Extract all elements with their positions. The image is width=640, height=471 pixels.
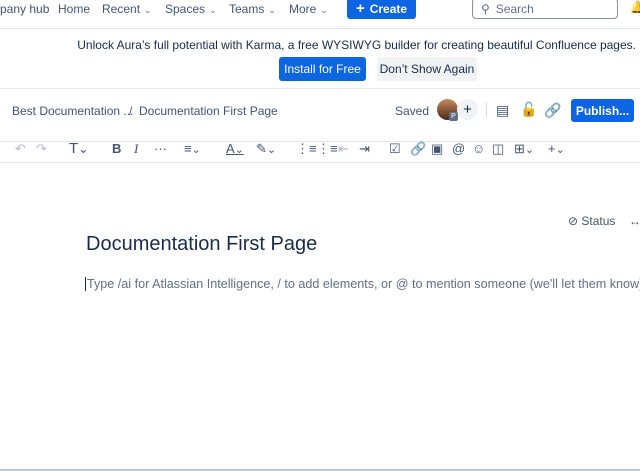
nav-home[interactable]: Home bbox=[58, 2, 90, 16]
breadcrumb-space[interactable]: Best Documentation ... bbox=[12, 104, 133, 118]
status-icon: ⊘ bbox=[568, 214, 579, 228]
create-label: Create bbox=[369, 1, 408, 16]
avatar-badge: P bbox=[449, 112, 458, 121]
search-icon: ⚲ bbox=[481, 1, 490, 16]
search-placeholder: Search bbox=[495, 1, 534, 16]
outdent-icon[interactable]: ⇤ bbox=[338, 142, 349, 156]
link-icon[interactable]: 🔗 bbox=[410, 142, 426, 156]
nav-spaces-label: Spaces bbox=[165, 2, 206, 16]
chevron-down-icon: ⌄ bbox=[320, 5, 328, 15]
nav-recent[interactable]: Recent ⌄ bbox=[102, 2, 152, 16]
avatar[interactable]: P bbox=[437, 99, 458, 121]
nav-teams-label: Teams bbox=[229, 2, 265, 16]
expand-width-icon[interactable]: ↔ bbox=[629, 214, 640, 228]
breadcrumb-page[interactable]: Documentation First Page bbox=[139, 104, 278, 118]
bold-icon[interactable]: B bbox=[112, 142, 121, 156]
status-label: Status bbox=[581, 214, 616, 228]
editor-toolbar: ↶ ↷ T⌄ B I ··· ≡⌄ A⌄ ✎⌄ ⋮≡ ⋮≡ ⇤ ⇥ ☑ 🔗 ▣ … bbox=[0, 141, 640, 163]
emoji-icon[interactable]: ☺ bbox=[472, 142, 485, 156]
plus-icon: + bbox=[463, 101, 472, 118]
image-icon[interactable]: ▣ bbox=[431, 142, 443, 156]
checkbox-icon[interactable]: ☑ bbox=[389, 142, 401, 156]
nav-spaces[interactable]: Spaces ⌄ bbox=[165, 2, 217, 16]
italic-icon[interactable]: I bbox=[134, 142, 138, 156]
mention-icon[interactable]: @ bbox=[452, 142, 465, 156]
saved-status: Saved bbox=[395, 104, 430, 118]
text-color-icon[interactable]: A⌄ bbox=[226, 142, 244, 157]
page-header: Best Documentation ... / Documentation F… bbox=[0, 90, 640, 142]
divider bbox=[486, 102, 487, 117]
page-title[interactable]: Documentation First Page bbox=[86, 233, 317, 256]
align-icon[interactable]: ≡⌄ bbox=[184, 142, 201, 157]
chevron-down-icon: ⌄ bbox=[144, 5, 152, 15]
publish-button[interactable]: Publish... bbox=[571, 99, 634, 122]
table-icon[interactable]: ⊞⌄ bbox=[514, 142, 534, 157]
nav-teams[interactable]: Teams ⌄ bbox=[229, 2, 276, 16]
install-button[interactable]: Install for Free bbox=[279, 57, 366, 81]
plus-icon: + bbox=[355, 0, 365, 17]
nav-more-label: More bbox=[289, 2, 317, 16]
link-icon[interactable]: 🔗 bbox=[544, 102, 561, 119]
unlock-icon[interactable]: 🔓 bbox=[520, 101, 537, 118]
indent-icon[interactable]: ⇥ bbox=[359, 142, 370, 156]
chevron-down-icon: ⌄ bbox=[209, 5, 217, 15]
add-collaborator-button[interactable]: + bbox=[457, 99, 478, 120]
breadcrumb-separator: / bbox=[129, 104, 133, 118]
nav-recent-label: Recent bbox=[102, 2, 141, 16]
more-formatting-icon[interactable]: ··· bbox=[154, 142, 167, 156]
editor-body-placeholder[interactable]: Type /ai for Atlassian Intelligence, / t… bbox=[85, 277, 640, 291]
nav-more[interactable]: More ⌄ bbox=[289, 2, 328, 16]
chevron-down-icon: ⌄ bbox=[268, 5, 276, 15]
nav-company-hub[interactable]: pany hub bbox=[0, 2, 49, 16]
layout-icon[interactable]: ◫ bbox=[492, 142, 504, 156]
search-input[interactable]: ⚲ Search bbox=[472, 0, 618, 19]
bullet-list-icon[interactable]: ⋮≡ bbox=[296, 142, 317, 156]
dont-show-again-button[interactable]: Don’t Show Again bbox=[377, 57, 477, 81]
top-nav: pany hub Home Recent ⌄ Spaces ⌄ Teams ⌄ Mor… bbox=[0, 0, 640, 29]
undo-icon[interactable]: ↶ bbox=[15, 142, 26, 156]
promo-banner: Unlock Aura’s full potential with Karma,… bbox=[0, 30, 640, 89]
insert-icon[interactable]: +⌄ bbox=[548, 142, 565, 157]
notification-bell-icon[interactable]: 🔔 bbox=[630, 0, 640, 14]
text-style-icon[interactable]: T⌄ bbox=[69, 141, 89, 156]
banner-text: Unlock Aura’s full potential with Karma,… bbox=[77, 38, 636, 52]
comment-icon[interactable]: ▤ bbox=[496, 102, 509, 119]
status-button[interactable]: ⊘ Status bbox=[568, 214, 615, 228]
create-button[interactable]: + Create bbox=[347, 0, 416, 19]
numbered-list-icon[interactable]: ⋮≡ bbox=[317, 142, 338, 156]
redo-icon[interactable]: ↷ bbox=[36, 142, 47, 156]
highlight-icon[interactable]: ✎⌄ bbox=[256, 142, 276, 157]
